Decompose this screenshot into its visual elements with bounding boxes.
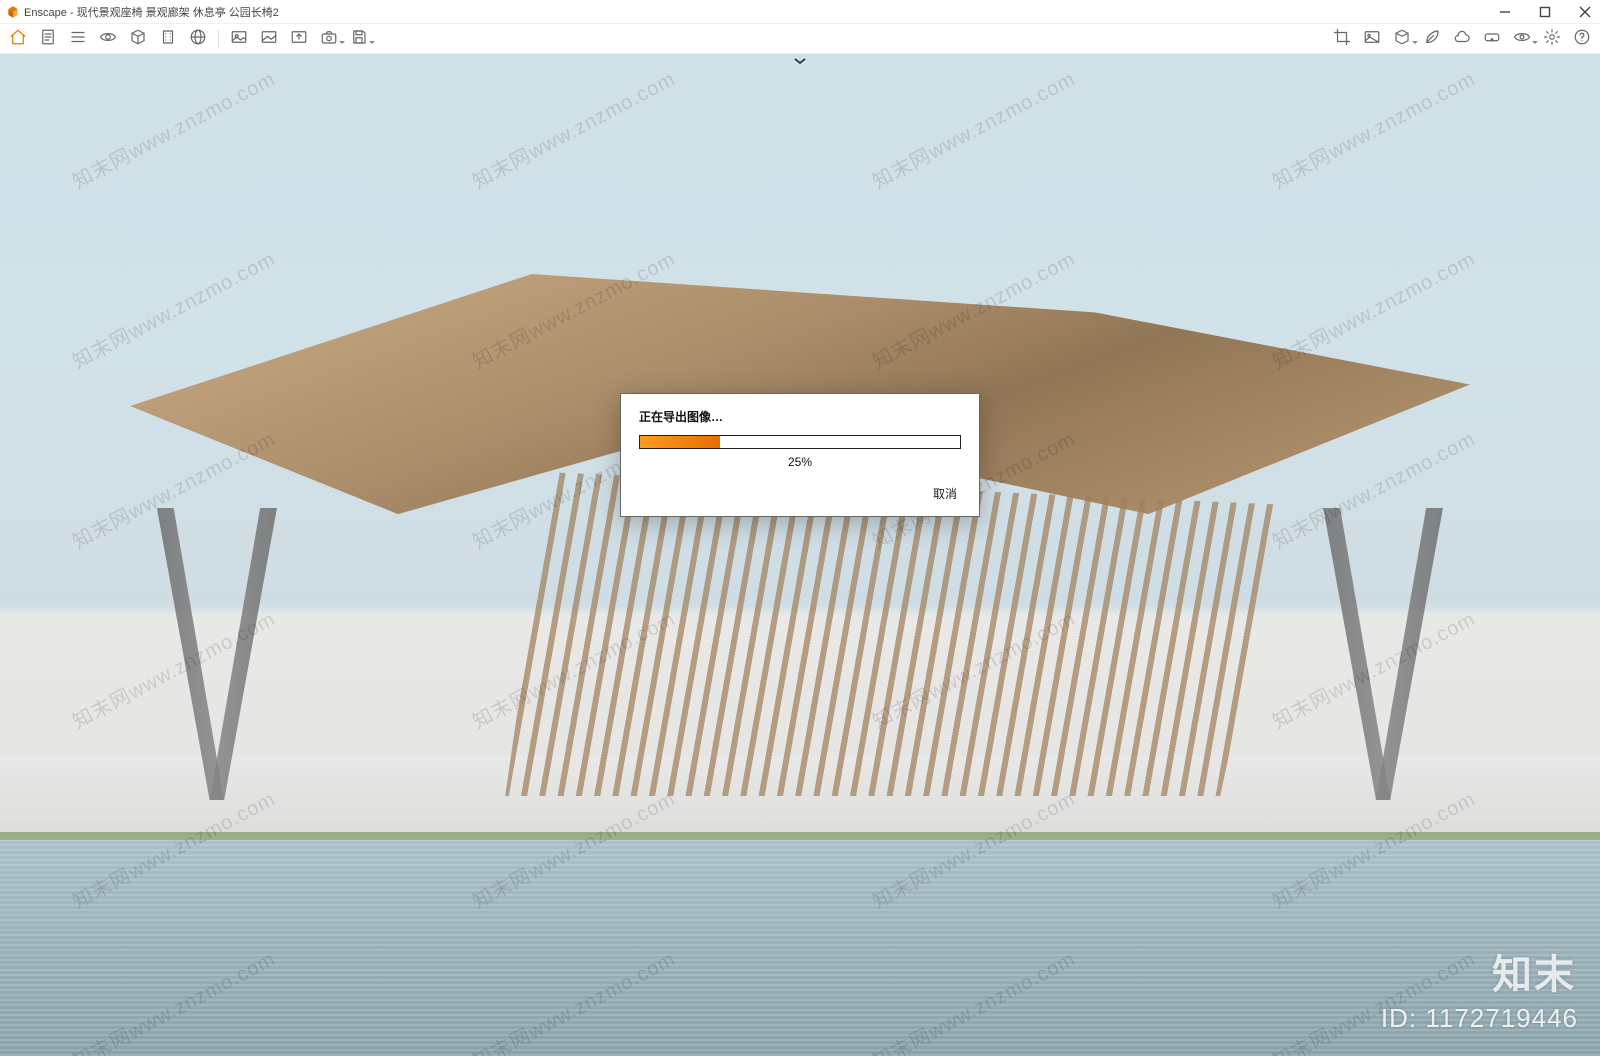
- list-icon: [69, 28, 87, 49]
- progress-bar-fill: [640, 436, 720, 448]
- home-button[interactable]: [8, 29, 28, 49]
- cancel-button[interactable]: 取消: [929, 483, 961, 504]
- help-icon: [1573, 28, 1591, 49]
- picture-button[interactable]: [1362, 29, 1382, 49]
- eye-icon: [99, 28, 117, 49]
- photo-button[interactable]: [229, 29, 249, 49]
- leaf-button[interactable]: [1422, 29, 1442, 49]
- watermark-text: 知末网www.znzmo.com: [1266, 63, 1479, 195]
- image-icon: [260, 28, 278, 49]
- globe-button[interactable]: [188, 29, 208, 49]
- window-title: Enscape - 现代景观座椅 景观廊架 休息亭 公园长椅2: [24, 4, 279, 20]
- scene-reflection: [130, 856, 1470, 1036]
- window-minimize-button[interactable]: [1492, 2, 1518, 22]
- watermark-text: 知末网www.znzmo.com: [466, 63, 679, 195]
- dialog-title: 正在导出图像…: [639, 408, 961, 425]
- camera-button[interactable]: [319, 29, 339, 49]
- gear-icon: [1543, 28, 1561, 49]
- list-button[interactable]: [68, 29, 88, 49]
- watermark-text: 知末网www.znzmo.com: [66, 63, 279, 195]
- camera-icon: [320, 28, 338, 49]
- view-icon: [1513, 28, 1531, 49]
- save-icon: [350, 28, 368, 49]
- page-button[interactable]: [38, 29, 58, 49]
- export-progress-dialog: 正在导出图像… 25% 取消: [620, 393, 980, 517]
- photo-icon: [230, 28, 248, 49]
- picture-icon: [1363, 28, 1381, 49]
- crop-icon: [1333, 28, 1351, 49]
- vr-button[interactable]: [1482, 29, 1502, 49]
- export-photo-icon: [290, 28, 308, 49]
- window-close-button[interactable]: [1572, 2, 1598, 22]
- image-button[interactable]: [259, 29, 279, 49]
- globe-icon: [189, 28, 207, 49]
- toolbar-separator: [218, 30, 219, 48]
- eye-button[interactable]: [98, 29, 118, 49]
- save-button[interactable]: [349, 29, 369, 49]
- building-button[interactable]: [158, 29, 178, 49]
- building-icon: [159, 28, 177, 49]
- window-maximize-button[interactable]: [1532, 2, 1558, 22]
- app-logo-icon: [6, 5, 20, 19]
- toolbar: [0, 24, 1600, 54]
- cloud-icon: [1453, 28, 1471, 49]
- page-icon: [39, 28, 57, 49]
- view-button[interactable]: [1512, 29, 1532, 49]
- scene-pavilion: [130, 274, 1470, 796]
- titlebar: Enscape - 现代景观座椅 景观廊架 休息亭 公园长椅2: [0, 0, 1600, 24]
- leaf-icon: [1423, 28, 1441, 49]
- cube-icon: [129, 28, 147, 49]
- box-button[interactable]: [1392, 29, 1412, 49]
- watermark-text: 知末网www.znzmo.com: [866, 63, 1079, 195]
- gear-button[interactable]: [1542, 29, 1562, 49]
- box-icon: [1393, 28, 1411, 49]
- cloud-button[interactable]: [1452, 29, 1472, 49]
- scene-grass: [0, 832, 1600, 840]
- help-button[interactable]: [1572, 29, 1592, 49]
- home-icon: [9, 28, 27, 49]
- cube-button[interactable]: [128, 29, 148, 49]
- render-viewport[interactable]: 知末网www.znzmo.com 知末网www.znzmo.com 知末网www.z…: [0, 54, 1600, 1056]
- export-photo-button[interactable]: [289, 29, 309, 49]
- progress-bar: [639, 435, 961, 449]
- crop-button[interactable]: [1332, 29, 1352, 49]
- chevron-down-icon[interactable]: [788, 54, 812, 68]
- vr-icon: [1483, 28, 1501, 49]
- progress-percent-label: 25%: [639, 455, 961, 469]
